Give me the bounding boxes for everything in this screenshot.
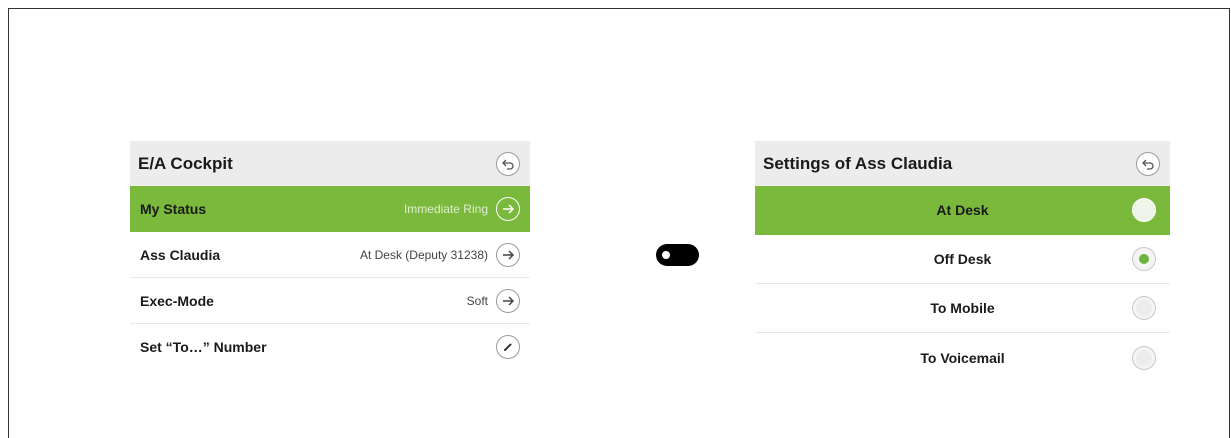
option-to-voicemail[interactable]: To Voicemail — [755, 333, 1170, 382]
settings-panel: Settings of Ass Claudia At Desk Off Desk… — [755, 141, 1170, 382]
row-label: Ass Claudia — [140, 246, 221, 263]
list-item-ass-claudia[interactable]: Ass Claudia At Desk (Deputy 31238) — [130, 232, 530, 278]
row-value: Soft — [466, 293, 488, 308]
row-value: At Desk (Deputy 31238) — [359, 247, 488, 262]
page-title: E/A Cockpit — [138, 153, 233, 173]
undo-arrow-icon — [1142, 159, 1154, 170]
open-button[interactable] — [496, 196, 520, 221]
option-label: To Mobile — [930, 300, 995, 316]
undo-arrow-icon — [502, 159, 514, 170]
page-title: Settings of Ass Claudia — [763, 153, 953, 173]
arrow-right-icon — [503, 203, 515, 214]
radio-button[interactable] — [1132, 247, 1156, 271]
radio-empty-icon — [1136, 349, 1152, 366]
row-label: Set “To…” Number — [140, 339, 267, 355]
option-at-desk[interactable]: At Desk — [755, 186, 1170, 235]
back-button[interactable] — [1136, 151, 1160, 176]
list-item-set-to-number[interactable]: Set “To…” Number — [130, 324, 530, 370]
option-label: Off Desk — [933, 251, 992, 267]
arrow-right-icon — [503, 295, 515, 306]
radio-button[interactable] — [1132, 296, 1156, 320]
ea-cockpit-panel: E/A Cockpit My Status Immediate Ring Ass… — [130, 141, 530, 370]
option-off-desk[interactable]: Off Desk — [755, 235, 1170, 284]
panel-header: Settings of Ass Claudia — [755, 141, 1170, 186]
radio-selected-icon — [1139, 254, 1149, 264]
list-item-exec-mode[interactable]: Exec-Mode Soft — [130, 278, 530, 324]
arrow-right-icon — [503, 249, 515, 260]
option-label: At Desk — [936, 202, 989, 218]
toggle-switch-icon — [662, 251, 670, 259]
list-item-my-status[interactable]: My Status Immediate Ring — [130, 186, 530, 232]
radio-button[interactable] — [1132, 198, 1156, 222]
row-value: Immediate Ring — [403, 201, 488, 216]
row-label: My Status — [140, 200, 207, 217]
radio-empty-icon — [1136, 300, 1152, 316]
edit-button[interactable] — [496, 335, 520, 359]
pencil-icon — [504, 343, 512, 351]
radio-button[interactable] — [1132, 345, 1156, 370]
radio-empty-icon — [1136, 202, 1152, 218]
panel-header: E/A Cockpit — [130, 141, 530, 186]
option-label: To Voicemail — [920, 349, 1005, 366]
back-button[interactable] — [496, 151, 520, 176]
open-button[interactable] — [496, 242, 520, 267]
open-button[interactable] — [496, 288, 520, 313]
row-label: Exec-Mode — [140, 292, 214, 309]
option-to-mobile[interactable]: To Mobile — [755, 284, 1170, 333]
toggle-switch[interactable] — [656, 244, 699, 266]
